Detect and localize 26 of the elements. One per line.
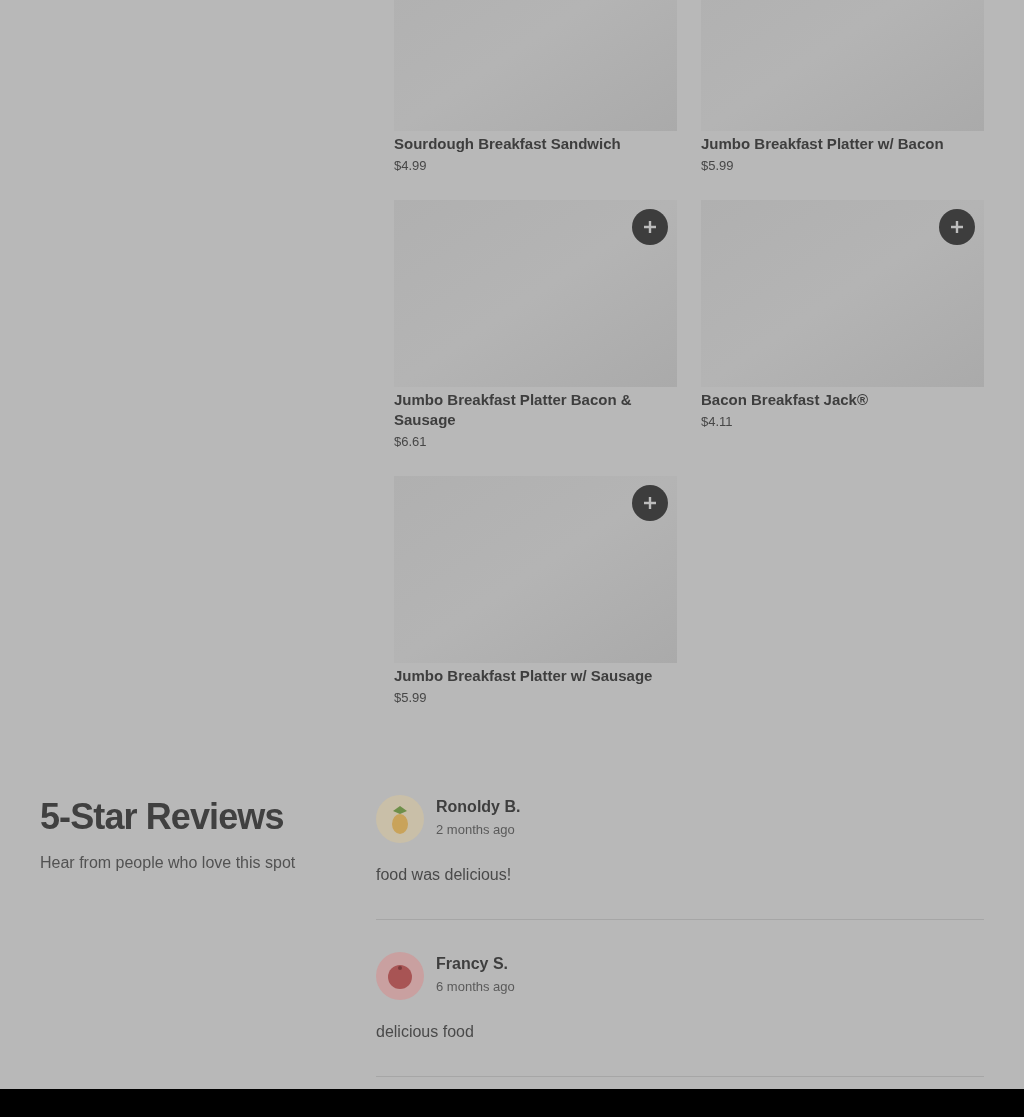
review-text: delicious food: [376, 1022, 475, 1042]
reviewer-name: Francy S.: [436, 954, 510, 974]
item-price: $5.99: [701, 157, 735, 175]
pineapple-avatar-icon: [376, 795, 424, 843]
add-button[interactable]: [939, 209, 975, 245]
plus-icon: [643, 220, 657, 234]
section-subtitle: Hear from people who love this spot: [40, 853, 297, 873]
review-time: 2 months ago: [436, 821, 516, 839]
section-title: 5-Star Reviews: [40, 795, 285, 839]
item-price: $6.61: [394, 433, 428, 451]
item-name: Bacon Breakfast Jack®: [701, 390, 869, 410]
item-name: Jumbo Breakfast Platter w/ Bacon: [701, 134, 945, 154]
review-text: food was delicious!: [376, 865, 513, 885]
add-button[interactable]: [632, 485, 668, 521]
plus-icon: [643, 496, 657, 510]
add-button[interactable]: [632, 209, 668, 245]
plus-icon: [950, 220, 964, 234]
item-name: Sourdough Breakfast Sandwich: [394, 134, 622, 154]
item-name: Jumbo Breakfast Platter Bacon & Sausage: [394, 390, 633, 430]
item-name: Jumbo Breakfast Platter w/ Sausage: [394, 666, 654, 686]
review-time: 6 months ago: [436, 978, 515, 996]
tomato-avatar-icon: [376, 952, 424, 1000]
item-price: $4.11: [701, 413, 734, 431]
item-price: $5.99: [394, 689, 428, 707]
reviewer-name: Ronoldy B.: [436, 797, 521, 817]
item-price: $4.99: [394, 157, 428, 175]
